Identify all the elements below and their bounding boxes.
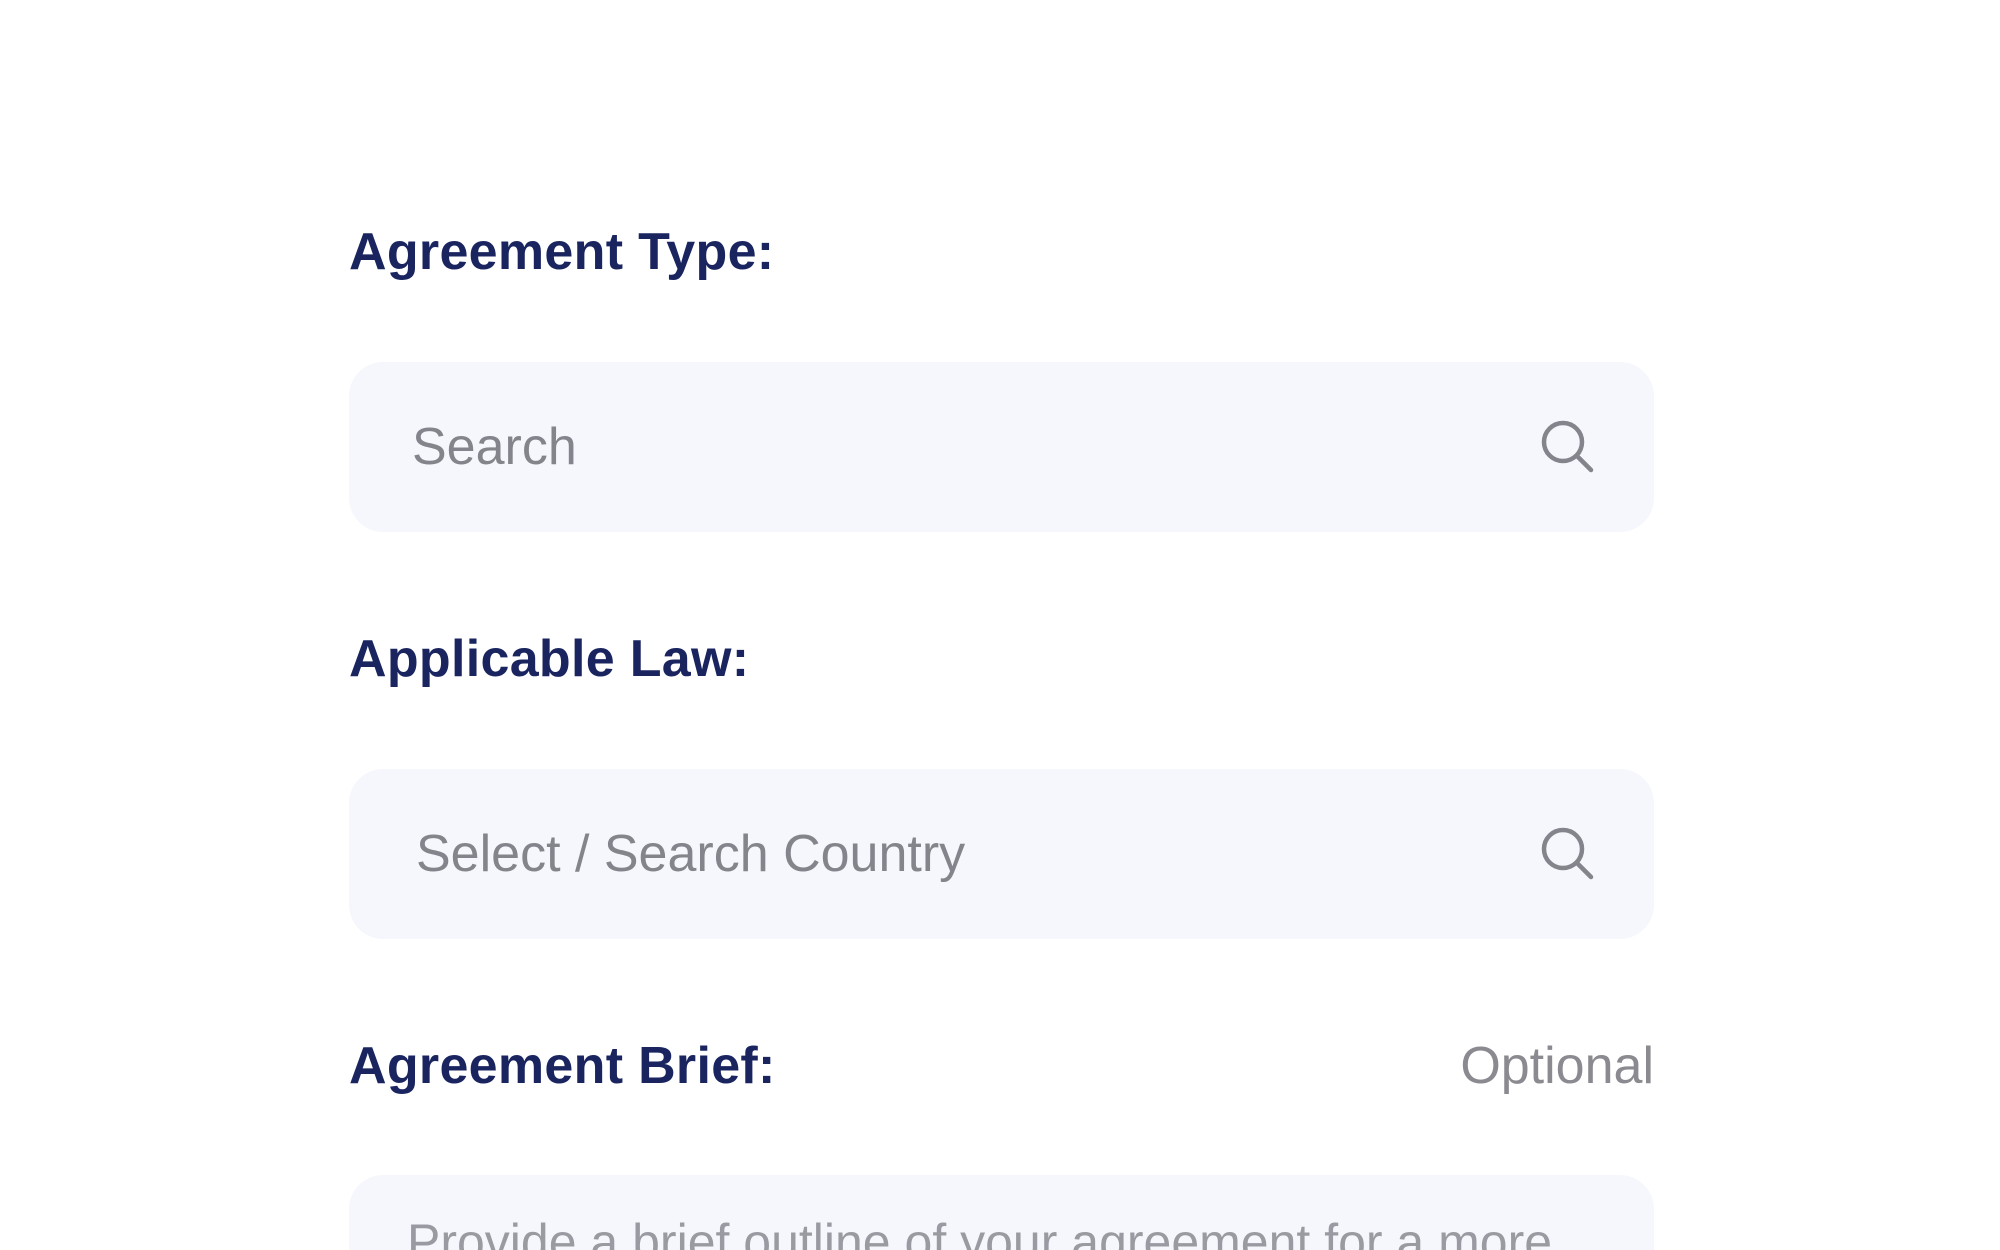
applicable-law-label: Applicable Law: <box>349 630 750 688</box>
search-icon[interactable] <box>1540 419 1596 475</box>
agreement-type-label: Agreement Type: <box>349 223 775 281</box>
agreement-brief-label: Agreement Brief: <box>349 1037 776 1095</box>
applicable-law-country-placeholder: Select / Search Country <box>416 825 966 883</box>
applicable-law-country-field[interactable]: Select / Search Country <box>349 769 1654 939</box>
optional-tag: Optional <box>1460 1037 1654 1095</box>
agreement-brief-placeholder: Provide a brief outline of your agreemen… <box>407 1214 1553 1250</box>
agreement-type-search-field[interactable]: Search <box>349 362 1654 532</box>
agreement-type-search-placeholder: Search <box>412 418 577 476</box>
agreement-form-page: Agreement Type: Search Applicable Law: S… <box>0 0 2000 1250</box>
search-icon[interactable] <box>1540 826 1596 882</box>
agreement-brief-textarea[interactable]: Provide a brief outline of your agreemen… <box>349 1175 1654 1250</box>
